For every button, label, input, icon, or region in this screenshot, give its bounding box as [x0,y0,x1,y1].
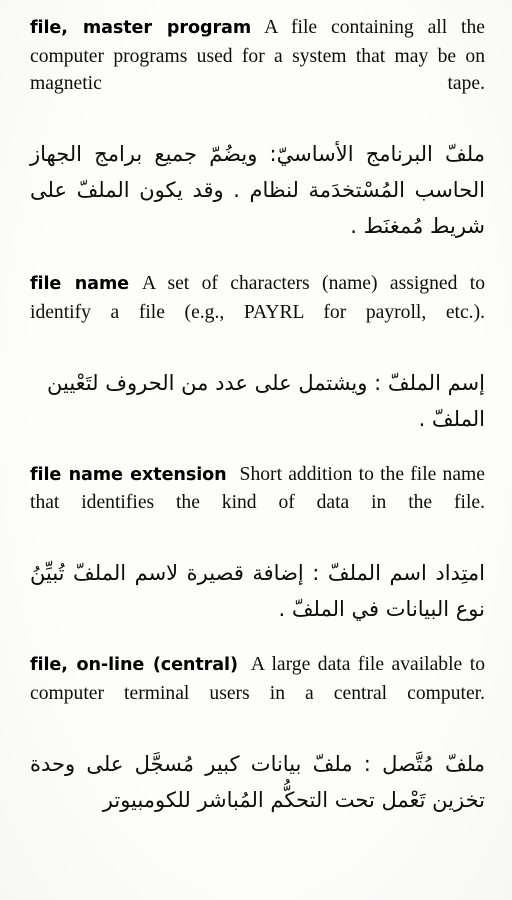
entry-headword: file, master program [30,18,252,38]
dictionary-entry: file, on-line (central) A large data file… [30,651,485,735]
entry-english-text: file name A set of characters (name) assi… [30,270,485,354]
entry-english-text: file, on-line (central) A large data file… [30,651,485,735]
entry-definition-arabic: امتِداد اسم الملفّ : إضافة قصيرة لاسم ال… [30,561,485,621]
entry-headword: file name extension [30,464,227,485]
entry-english-text: file name extension Short addition to the… [30,461,485,545]
scanned-dictionary-page: file, master program A file containing al… [0,0,512,900]
entry-definition-arabic: ملفّ البرنامج الأساسيّ: ويضُمّ جميع برام… [30,142,485,238]
dictionary-entry: file name A set of characters (name) assi… [30,270,485,354]
entry-headword: file name [30,274,130,294]
entry-english-text: file, master program A file containing al… [30,14,485,125]
dictionary-entry: file, master program A file containing al… [30,14,485,125]
entry-headword: file, on-line (central) [30,655,238,675]
dictionary-entry: file name extension Short addition to the… [30,461,485,545]
entry-definition-arabic: إسم الملفّ : ويشتمل على عدد من الحروف لت… [47,370,485,431]
entry-definition-arabic: ملفّ مُتَّصل : ملفّ بيانات كبير مُسجَّل … [30,751,485,812]
